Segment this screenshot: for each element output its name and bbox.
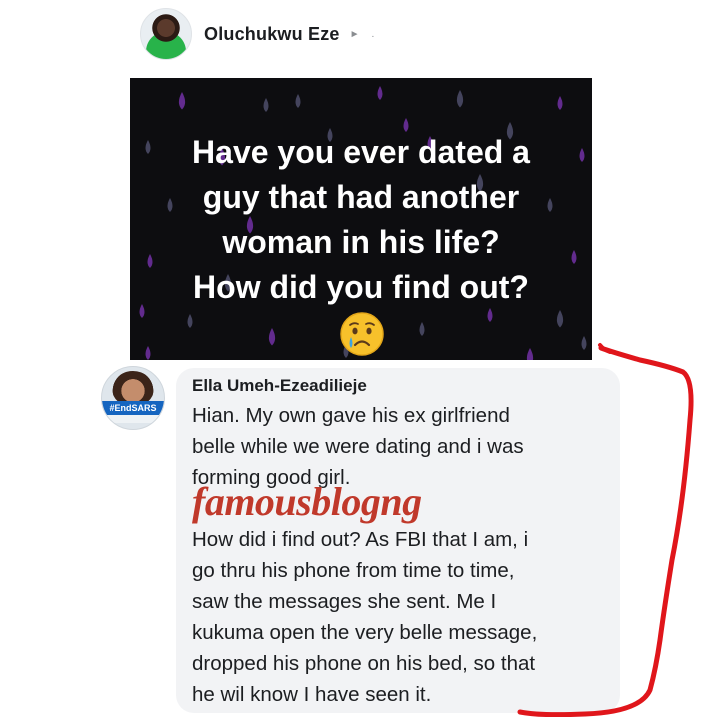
commenter-avatar[interactable]: #EndSARS: [101, 366, 165, 430]
raindrop-shape: [295, 94, 301, 108]
raindrop-shape: [268, 328, 276, 346]
image-text-line: woman in his life?: [222, 224, 500, 260]
author-avatar[interactable]: [140, 8, 192, 60]
caret-right-icon: ►: [349, 28, 360, 40]
badge-subtext: [102, 415, 164, 423]
image-text-line: Have you ever dated a: [192, 134, 530, 170]
raindrop-shape: [377, 86, 383, 100]
crying-face-icon: [340, 312, 384, 356]
raindrop-shape: [581, 336, 587, 350]
raindrop-shape: [526, 348, 534, 360]
watermark-text: famousblogng: [192, 479, 422, 524]
post-header: Oluchukwu Eze ► .: [140, 6, 374, 62]
post-image[interactable]: Have you ever dated a guy that had anoth…: [130, 78, 592, 360]
comment-author-name[interactable]: Ella Umeh-Ezeadilieje: [192, 376, 367, 396]
post-image-text: Have you ever dated a guy that had anoth…: [130, 130, 592, 310]
raindrop-shape: [456, 90, 464, 108]
raindrop-shape: [487, 308, 493, 322]
raindrop-shape: [557, 96, 563, 110]
raindrop-shape: [556, 310, 564, 328]
endsars-badge: #EndSARS: [102, 401, 164, 415]
raindrop-shape: [187, 314, 193, 328]
comment-paragraph: How did i find out? As FBI that I am, i …: [192, 528, 538, 706]
raindrop-shape: [263, 98, 269, 112]
separator-dot: .: [371, 28, 375, 40]
image-text-line: guy that had another: [202, 179, 520, 215]
raindrop-shape: [419, 322, 425, 336]
raindrop-shape: [178, 92, 186, 110]
image-text-line: How did you find out?: [193, 269, 529, 305]
post-author-name[interactable]: Oluchukwu Eze: [204, 24, 340, 45]
comment-bubble: Ella Umeh-Ezeadilieje Hian. My own gave …: [176, 368, 620, 713]
comment-text: Hian. My own gave his ex girlfriend bell…: [192, 400, 612, 710]
raindrop-shape: [145, 346, 151, 360]
author-line: Oluchukwu Eze ► .: [192, 24, 374, 45]
